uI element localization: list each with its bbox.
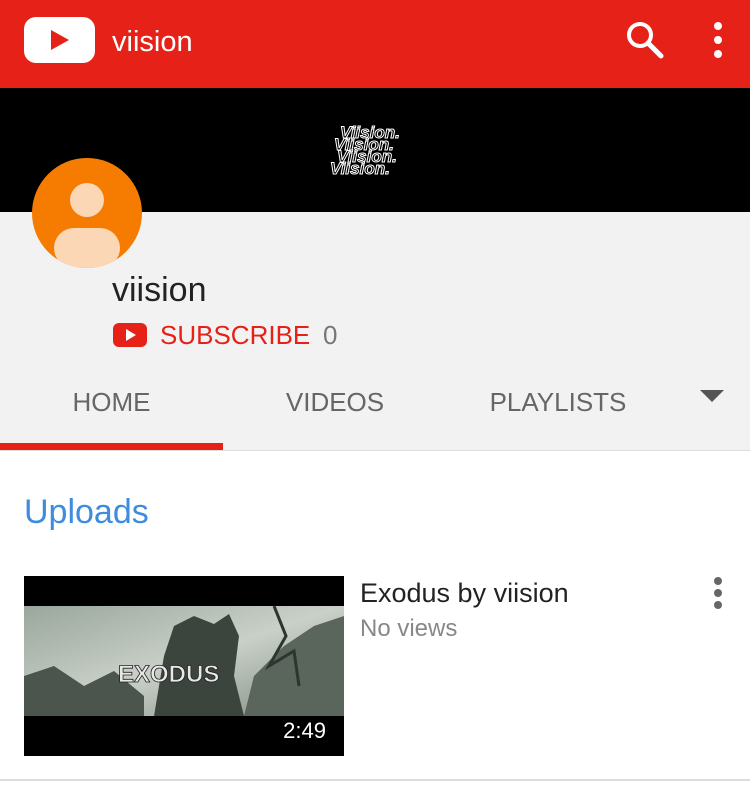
more-options-button[interactable] [698,18,738,62]
tab-home[interactable]: HOME [0,382,223,422]
tab-videos[interactable]: VIDEOS [223,382,447,422]
svg-text:EXODUS: EXODUS [118,661,219,688]
video-views: No views [360,615,458,642]
video-duration: 2:49 [283,718,326,743]
subscribe-button[interactable]: SUBSCRIBE [160,318,310,352]
youtube-subscribe-icon[interactable] [113,323,147,347]
youtube-logo-icon[interactable] [24,17,95,63]
video-title[interactable]: Exodus by viision [360,576,569,610]
tab-playlists[interactable]: PLAYLISTS [447,382,669,422]
search-icon [627,22,664,59]
channel-name: viision [112,271,207,309]
more-vert-icon [714,577,722,609]
video-thumbnail[interactable]: EXODUS 2:49 [24,576,344,756]
search-button[interactable] [623,18,667,62]
divider [0,779,750,781]
more-vert-icon [714,22,722,58]
user-icon [54,183,120,268]
channel-avatar[interactable] [32,158,142,268]
tabs-dropdown-icon[interactable] [700,390,724,402]
active-tab-indicator [0,443,223,450]
video-more-options-button[interactable] [708,576,728,610]
section-title-uploads[interactable]: Uploads [24,492,149,532]
subscriber-count: 0 [323,320,338,350]
banner-logo: Viision. Viision. Viision. Viision. [330,124,401,179]
divider [0,450,750,451]
thumbnail-image: EXODUS [24,606,344,716]
app-title: viision [112,26,193,58]
svg-text:Viision.: Viision. [330,159,390,178]
